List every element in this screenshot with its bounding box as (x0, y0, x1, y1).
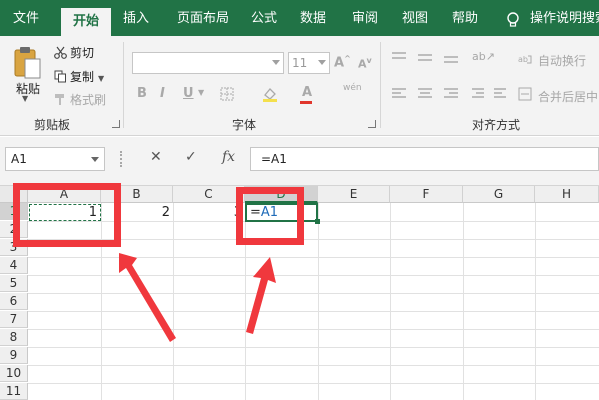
format-painter-label: 格式刷 (70, 93, 107, 107)
underline-dropdown-icon[interactable]: ▼ (198, 88, 204, 97)
tab-page-layout[interactable]: 页面布局 (168, 0, 238, 36)
row-header-10[interactable]: 10 (0, 365, 28, 382)
lightbulb-icon (507, 12, 519, 27)
annotation-box-a1 (13, 183, 121, 247)
scissors-icon (54, 46, 67, 59)
underline-button[interactable]: U (183, 86, 194, 101)
clipboard-launcher-icon[interactable] (112, 120, 120, 128)
wrap-text-icon: ab (518, 55, 532, 64)
clipboard-group-label: 剪贴板 (34, 118, 71, 132)
paste-dropdown-icon[interactable]: ▼ (22, 94, 28, 103)
font-name-select[interactable] (132, 52, 284, 74)
ribbon-tab-bar: 文件 开始 插入 页面布局 公式 数据 审阅 视图 帮助 操作说明搜索 (0, 0, 599, 36)
tab-tell-me-search[interactable]: 操作说明搜索 (530, 0, 599, 36)
tab-home[interactable]: 开始 (61, 8, 111, 36)
formula-buttons: ✕ ✓ fx (138, 147, 248, 171)
font-launcher-icon[interactable] (368, 120, 376, 128)
ribbon-home-panel: 粘贴 ▼ 剪切 复制 ▼ 格式刷 剪贴板 11 A^ Av B I U ▼ A … (0, 36, 599, 136)
column-header-e[interactable]: E (318, 186, 390, 203)
font-color-swatch (300, 101, 312, 104)
svg-text:ab: ab (518, 55, 528, 64)
tab-insert[interactable]: 插入 (115, 0, 157, 36)
tab-review[interactable]: 审阅 (345, 0, 385, 36)
fill-handle[interactable] (315, 219, 320, 224)
orientation-icon[interactable]: ab↗ (472, 50, 495, 63)
formula-bar-splitter[interactable] (120, 151, 122, 167)
column-header-g[interactable]: G (463, 186, 535, 203)
phonetic-guide-button[interactable]: wén (343, 83, 362, 93)
annotation-box-d1 (236, 187, 304, 245)
paintbrush-icon (55, 94, 64, 105)
bold-button[interactable]: B (137, 86, 147, 101)
group-divider (123, 42, 124, 128)
cut-label: 剪切 (70, 46, 95, 60)
tab-data[interactable]: 数据 (293, 0, 333, 36)
decrease-font-button[interactable]: Av (358, 56, 372, 71)
column-header-f[interactable]: F (390, 186, 463, 203)
tab-formulas[interactable]: 公式 (244, 0, 284, 36)
tab-file[interactable]: 文件 (6, 0, 46, 36)
cut-button[interactable]: 剪切 (54, 44, 94, 62)
copy-button[interactable]: 复制 ▼ (54, 68, 104, 86)
chevron-down-icon (272, 60, 280, 65)
formula-bar: A1 ✕ ✓ fx =A1 (0, 137, 599, 185)
alignment-group-label: 对齐方式 (472, 118, 521, 132)
cancel-icon[interactable]: ✕ (150, 149, 162, 165)
row-header-4[interactable]: 4 (0, 257, 28, 274)
tab-help[interactable]: 帮助 (445, 0, 485, 36)
name-box-value: A1 (11, 152, 27, 166)
chevron-down-icon (318, 60, 326, 65)
copy-icon (54, 70, 66, 83)
column-header-c[interactable]: C (173, 186, 245, 203)
wrap-text-button[interactable]: 自动换行 (538, 52, 586, 69)
font-size-value: 11 (292, 56, 308, 70)
row-header-7[interactable]: 7 (0, 311, 28, 328)
font-size-select[interactable]: 11 (288, 52, 330, 74)
row-header-6[interactable]: 6 (0, 293, 28, 310)
name-box[interactable]: A1 (5, 147, 105, 171)
merge-center-button[interactable]: 合并后居中 (538, 88, 598, 105)
formula-input[interactable]: =A1 (250, 147, 599, 171)
borders-icon[interactable] (220, 87, 234, 101)
enter-check-icon[interactable]: ✓ (185, 149, 197, 165)
italic-button[interactable]: I (160, 86, 165, 101)
row-header-5[interactable]: 5 (0, 275, 28, 292)
merge-center-icon (518, 87, 532, 101)
increase-font-button[interactable]: A^ (334, 54, 351, 70)
copy-label: 复制 (70, 70, 95, 84)
row-header-11[interactable]: 11 (0, 383, 28, 400)
cell-c1[interactable]: 3 (173, 204, 242, 221)
column-header-h[interactable]: H (535, 186, 599, 203)
format-painter-button[interactable]: 格式刷 (54, 91, 106, 109)
copy-dropdown-icon[interactable]: ▼ (98, 74, 104, 83)
row-header-9[interactable]: 9 (0, 347, 28, 364)
tab-view[interactable]: 视图 (395, 0, 435, 36)
chevron-down-icon (91, 157, 99, 162)
paste-icon[interactable] (12, 46, 42, 80)
font-group-label: 字体 (232, 118, 257, 132)
row-header-8[interactable]: 8 (0, 329, 28, 346)
font-color-button[interactable]: A (302, 85, 312, 100)
insert-function-icon[interactable]: fx (222, 149, 235, 165)
group-divider (380, 42, 381, 128)
fill-color-icon[interactable] (262, 86, 278, 102)
